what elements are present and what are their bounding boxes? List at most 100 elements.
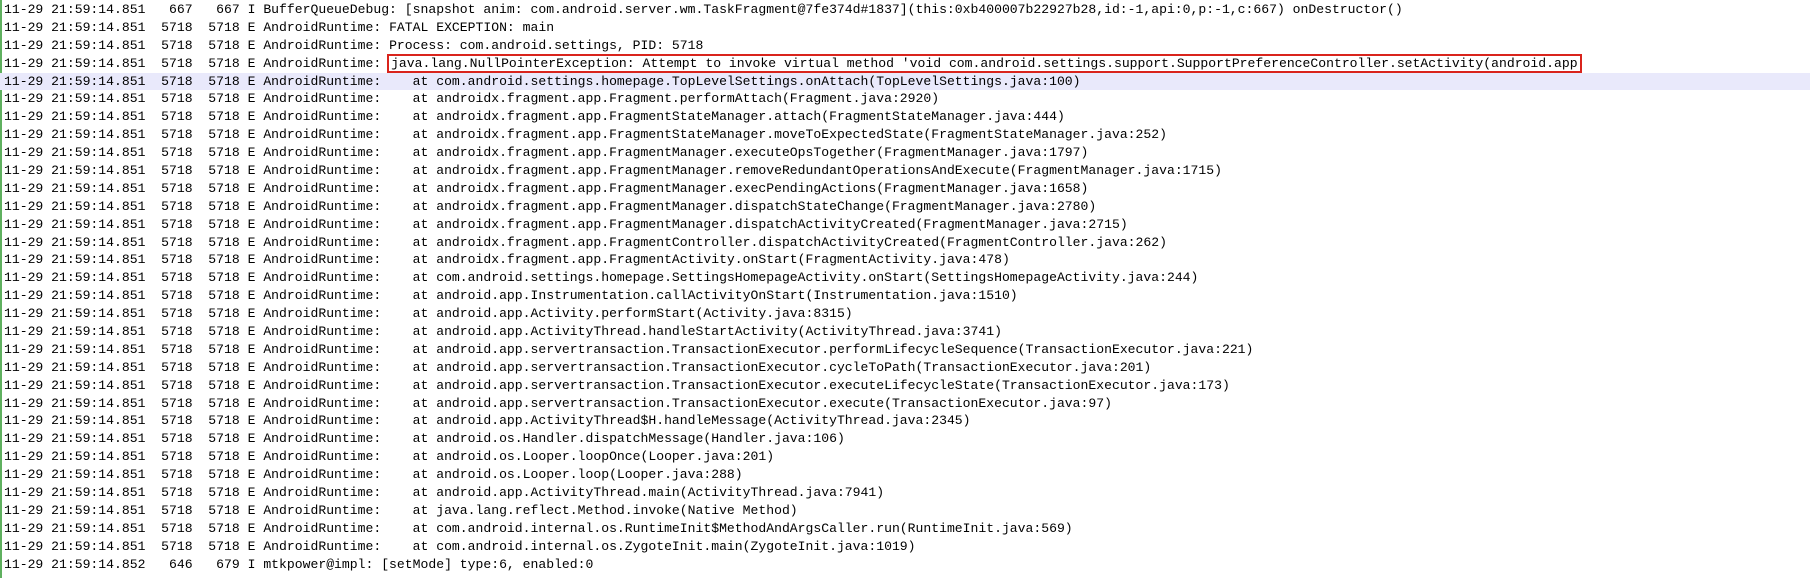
tid: 5718 — [200, 109, 240, 125]
timestamp: 11-29 21:59:14.851 — [4, 180, 146, 196]
log-line[interactable]: 11-29 21:59:14.851 5718 5718 E AndroidRu… — [0, 359, 1810, 377]
pid: 5718 — [153, 467, 193, 483]
log-line[interactable]: 11-29 21:59:14.851 5718 5718 E AndroidRu… — [0, 377, 1810, 395]
log-message: at com.android.settings.homepage.TopLeve… — [389, 73, 1081, 89]
pid: 5718 — [153, 19, 193, 35]
pid: 5718 — [153, 306, 193, 322]
log-message: at com.android.settings.homepage.Setting… — [389, 270, 1199, 286]
timestamp: 11-29 21:59:14.851 — [4, 145, 146, 161]
pid: 5718 — [153, 502, 193, 518]
timestamp: 11-29 21:59:14.851 — [4, 449, 146, 465]
log-line[interactable]: 11-29 21:59:14.851 5718 5718 E AndroidRu… — [0, 466, 1810, 484]
tid: 5718 — [200, 324, 240, 340]
log-message: at android.app.ActivityThread.main(Activ… — [389, 485, 885, 501]
timestamp: 11-29 21:59:14.851 — [4, 127, 146, 143]
log-line[interactable]: 11-29 21:59:14.851 5718 5718 E AndroidRu… — [0, 108, 1810, 126]
log-line[interactable]: 11-29 21:59:14.851 5718 5718 E AndroidRu… — [0, 53, 1810, 73]
log-line[interactable]: 11-29 21:59:14.851 5718 5718 E AndroidRu… — [0, 90, 1810, 108]
log-tag: AndroidRuntime: — [263, 91, 382, 107]
timestamp: 11-29 21:59:14.851 — [4, 413, 146, 429]
log-line[interactable]: 11-29 21:59:14.851 5718 5718 E AndroidRu… — [0, 305, 1810, 323]
log-line[interactable]: 11-29 21:59:14.851 5718 5718 E AndroidRu… — [0, 448, 1810, 466]
log-line[interactable]: 11-29 21:59:14.851 5718 5718 E AndroidRu… — [0, 72, 1810, 91]
log-tag: AndroidRuntime: — [263, 145, 382, 161]
log-tag: AndroidRuntime: — [263, 538, 382, 554]
log-line[interactable]: 11-29 21:59:14.851 5718 5718 E AndroidRu… — [0, 430, 1810, 448]
tid: 5718 — [200, 538, 240, 554]
log-line[interactable]: 11-29 21:59:14.851 5718 5718 E AndroidRu… — [0, 198, 1810, 216]
timestamp: 11-29 21:59:14.851 — [4, 306, 146, 322]
pid: 5718 — [153, 216, 193, 232]
log-line[interactable]: 11-29 21:59:14.851 5718 5718 E AndroidRu… — [0, 520, 1810, 538]
log-lines: 11-29 21:59:14.851 667 667 I BufferQueue… — [0, 1, 1810, 574]
log-message: at com.android.internal.os.ZygoteInit.ma… — [389, 538, 916, 554]
pid: 5718 — [153, 324, 193, 340]
log-line[interactable]: 11-29 21:59:14.851 5718 5718 E AndroidRu… — [0, 234, 1810, 252]
log-message: at androidx.fragment.app.FragmentStateMa… — [389, 109, 1065, 125]
log-line[interactable]: 11-29 21:59:14.851 5718 5718 E AndroidRu… — [0, 144, 1810, 162]
log-line[interactable]: 11-29 21:59:14.852 646 679 I mtkpower@im… — [0, 556, 1810, 574]
timestamp: 11-29 21:59:14.851 — [4, 520, 146, 536]
log-line[interactable]: 11-29 21:59:14.851 5718 5718 E AndroidRu… — [0, 323, 1810, 341]
log-tag: AndroidRuntime: — [263, 234, 382, 250]
timestamp: 11-29 21:59:14.851 — [4, 395, 146, 411]
timestamp: 11-29 21:59:14.851 — [4, 324, 146, 340]
log-line[interactable]: 11-29 21:59:14.851 5718 5718 E AndroidRu… — [0, 180, 1810, 198]
tid: 5718 — [200, 73, 240, 89]
log-message: at android.app.servertransaction.Transac… — [389, 377, 1230, 393]
timestamp: 11-29 21:59:14.851 — [4, 55, 146, 71]
pid: 5718 — [153, 288, 193, 304]
log-line[interactable]: 11-29 21:59:14.851 5718 5718 E AndroidRu… — [0, 287, 1810, 305]
log-message: at android.os.Handler.dispatchMessage(Ha… — [389, 431, 845, 447]
log-line[interactable]: 11-29 21:59:14.851 5718 5718 E AndroidRu… — [0, 412, 1810, 430]
log-tag: AndroidRuntime: — [263, 288, 382, 304]
log-line[interactable]: 11-29 21:59:14.851 5718 5718 E AndroidRu… — [0, 126, 1810, 144]
log-line[interactable]: 11-29 21:59:14.851 667 667 I BufferQueue… — [0, 1, 1810, 19]
pid: 5718 — [153, 413, 193, 429]
pid: 5718 — [153, 37, 193, 53]
timestamp: 11-29 21:59:14.851 — [4, 37, 146, 53]
pid: 646 — [153, 556, 193, 572]
tid: 5718 — [200, 252, 240, 268]
log-tag: AndroidRuntime: — [263, 270, 382, 286]
tid: 5718 — [200, 163, 240, 179]
log-tag: BufferQueueDebug: — [263, 2, 397, 17]
log-viewer[interactable]: 11-29 21:59:14.851 667 667 I BufferQueue… — [0, 0, 1810, 578]
log-message: at android.os.Looper.loopOnce(Looper.jav… — [389, 449, 775, 465]
log-line[interactable]: 11-29 21:59:14.851 5718 5718 E AndroidRu… — [0, 19, 1810, 37]
log-line[interactable]: 11-29 21:59:14.851 5718 5718 E AndroidRu… — [0, 341, 1810, 359]
log-message: at androidx.fragment.app.FragmentStateMa… — [389, 127, 1167, 143]
timestamp: 11-29 21:59:14.851 — [4, 2, 146, 17]
log-message: [snapshot anim: com.android.server.wm.Ta… — [404, 2, 1403, 17]
tid: 5718 — [200, 413, 240, 429]
log-tag: AndroidRuntime: — [263, 252, 382, 268]
log-tag: AndroidRuntime: — [263, 306, 382, 322]
log-tag: AndroidRuntime: — [263, 377, 382, 393]
log-line[interactable]: 11-29 21:59:14.851 5718 5718 E AndroidRu… — [0, 251, 1810, 269]
pid: 5718 — [153, 73, 193, 89]
log-line[interactable]: 11-29 21:59:14.851 5718 5718 E AndroidRu… — [0, 216, 1810, 234]
log-tag: AndroidRuntime: — [263, 359, 382, 375]
pid: 5718 — [153, 252, 193, 268]
tid: 5718 — [200, 449, 240, 465]
log-line[interactable]: 11-29 21:59:14.851 5718 5718 E AndroidRu… — [0, 502, 1810, 520]
log-line[interactable]: 11-29 21:59:14.851 5718 5718 E AndroidRu… — [0, 162, 1810, 180]
log-line[interactable]: 11-29 21:59:14.851 5718 5718 E AndroidRu… — [0, 538, 1810, 556]
pid: 5718 — [153, 449, 193, 465]
log-line[interactable]: 11-29 21:59:14.851 5718 5718 E AndroidRu… — [0, 37, 1810, 55]
timestamp: 11-29 21:59:14.851 — [4, 431, 146, 447]
timestamp: 11-29 21:59:14.851 — [4, 341, 146, 357]
timestamp: 11-29 21:59:14.851 — [4, 234, 146, 250]
log-tag: AndroidRuntime: — [263, 520, 382, 536]
log-line[interactable]: 11-29 21:59:14.851 5718 5718 E AndroidRu… — [0, 395, 1810, 413]
tid: 5718 — [200, 91, 240, 107]
log-line[interactable]: 11-29 21:59:14.851 5718 5718 E AndroidRu… — [0, 269, 1810, 287]
timestamp: 11-29 21:59:14.851 — [4, 19, 146, 35]
log-tag: AndroidRuntime: — [263, 467, 382, 483]
tid: 5718 — [200, 19, 240, 35]
log-tag: AndroidRuntime: — [263, 324, 382, 340]
log-line[interactable]: 11-29 21:59:14.851 5718 5718 E AndroidRu… — [0, 484, 1810, 502]
timestamp: 11-29 21:59:14.852 — [4, 556, 146, 572]
log-message: FATAL EXCEPTION: main — [389, 19, 555, 35]
tid: 5718 — [200, 485, 240, 501]
